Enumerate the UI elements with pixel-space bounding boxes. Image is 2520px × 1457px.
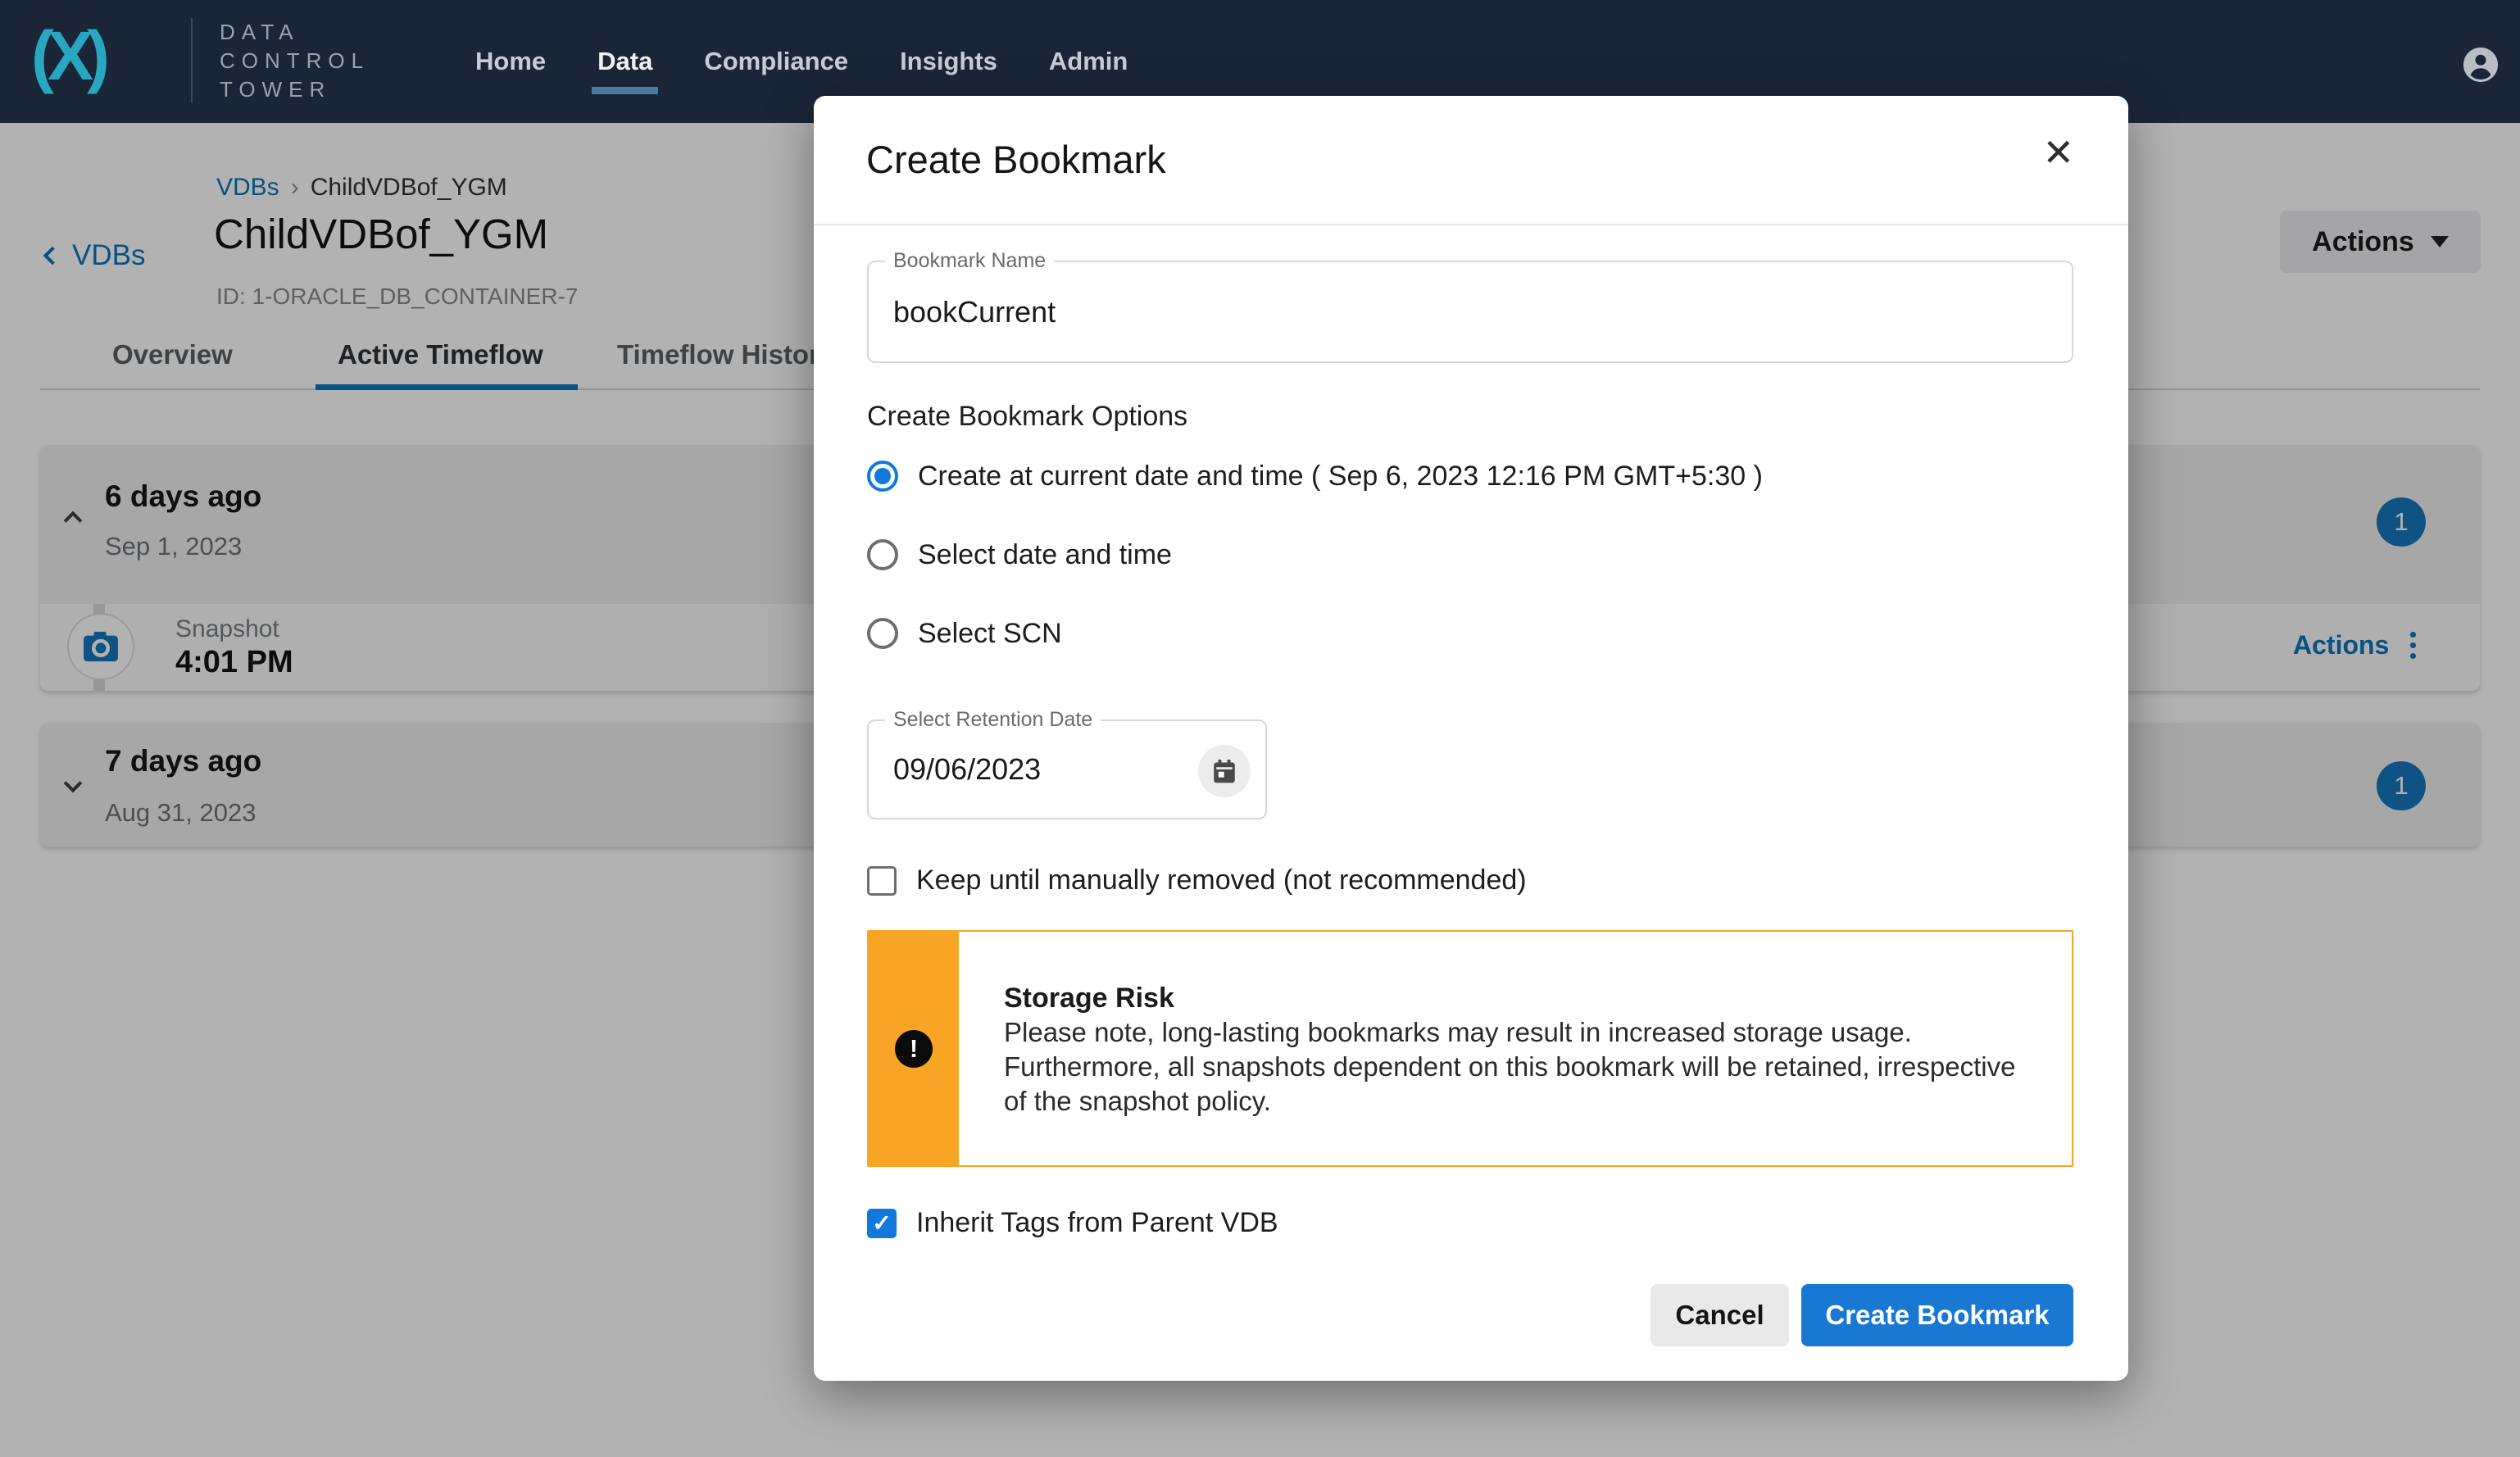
bookmark-name-input[interactable] [869, 262, 2072, 361]
retention-date-label: Select Retention Date [885, 708, 1101, 732]
exclamation-icon: ! [895, 1030, 933, 1068]
user-avatar-icon[interactable] [2462, 46, 2500, 84]
keep-checkbox-label: Keep until manually removed (not recomme… [916, 865, 1527, 896]
alert-body: Storage Risk Please note, long-lasting b… [959, 932, 2073, 1165]
nav-item-admin[interactable]: Admin [1049, 47, 1128, 76]
brand-wordmark: DATA CONTROL TOWER [220, 18, 370, 104]
radio-current-datetime[interactable]: Create at current date and time ( Sep 6,… [867, 455, 1763, 497]
bookmark-name-label: Bookmark Name [885, 249, 1054, 273]
modal-title: Create Bookmark [866, 137, 1166, 182]
calendar-picker-button[interactable] [1198, 745, 1251, 797]
brand-divider [191, 18, 193, 103]
radio-select-datetime[interactable]: Select date and time [867, 533, 1172, 576]
cancel-button[interactable]: Cancel [1650, 1284, 1789, 1346]
alert-stripe: ! [869, 932, 959, 1165]
brand-line-3: TOWER [220, 75, 370, 104]
checkbox-unchecked-icon[interactable] [867, 866, 897, 896]
create-bookmark-modal: Create Bookmark ✕ Bookmark Name Create B… [814, 96, 2128, 1381]
modal-header: Create Bookmark ✕ [814, 96, 2128, 225]
options-heading: Create Bookmark Options [867, 401, 1187, 433]
radio-select-scn[interactable]: Select SCN [867, 612, 1062, 655]
create-bookmark-button[interactable]: Create Bookmark [1801, 1284, 2073, 1346]
radio-unselected-icon[interactable] [867, 618, 898, 649]
brand-logo-icon: (X) [31, 16, 103, 96]
retention-date-input[interactable] [869, 721, 1139, 818]
radio-label: Create at current date and time ( Sep 6,… [918, 461, 1763, 492]
alert-title: Storage Risk [1004, 981, 2041, 1015]
inherit-tags-checkbox-row[interactable]: ✓ Inherit Tags from Parent VDB [867, 1207, 1278, 1239]
bookmark-name-field: Bookmark Name [867, 261, 2073, 363]
nav-item-home[interactable]: Home [475, 47, 546, 76]
inherit-checkbox-label: Inherit Tags from Parent VDB [916, 1207, 1278, 1239]
nav-item-insights[interactable]: Insights [900, 47, 997, 76]
close-icon[interactable]: ✕ [2042, 134, 2074, 171]
nav-item-compliance[interactable]: Compliance [704, 47, 848, 76]
nav-item-data[interactable]: Data [597, 47, 652, 76]
radio-label: Select SCN [918, 618, 1062, 650]
brand-line-2: CONTROL [220, 47, 370, 75]
storage-risk-alert: ! Storage Risk Please note, long-lasting… [867, 930, 2073, 1167]
calendar-icon [1210, 756, 1239, 786]
alert-text: Please note, long-lasting bookmarks may … [1004, 1015, 2041, 1119]
retention-date-field: Select Retention Date [867, 719, 1267, 819]
keep-until-removed-checkbox-row[interactable]: Keep until manually removed (not recomme… [867, 865, 1527, 896]
screen: (X) DATA CONTROL TOWER Home Data Complia… [0, 0, 2520, 1457]
radio-label: Select date and time [918, 539, 1172, 571]
radio-unselected-icon[interactable] [867, 539, 898, 570]
checkbox-checked-icon[interactable]: ✓ [867, 1209, 897, 1238]
radio-selected-icon[interactable] [867, 461, 898, 492]
brand-line-1: DATA [220, 18, 370, 47]
